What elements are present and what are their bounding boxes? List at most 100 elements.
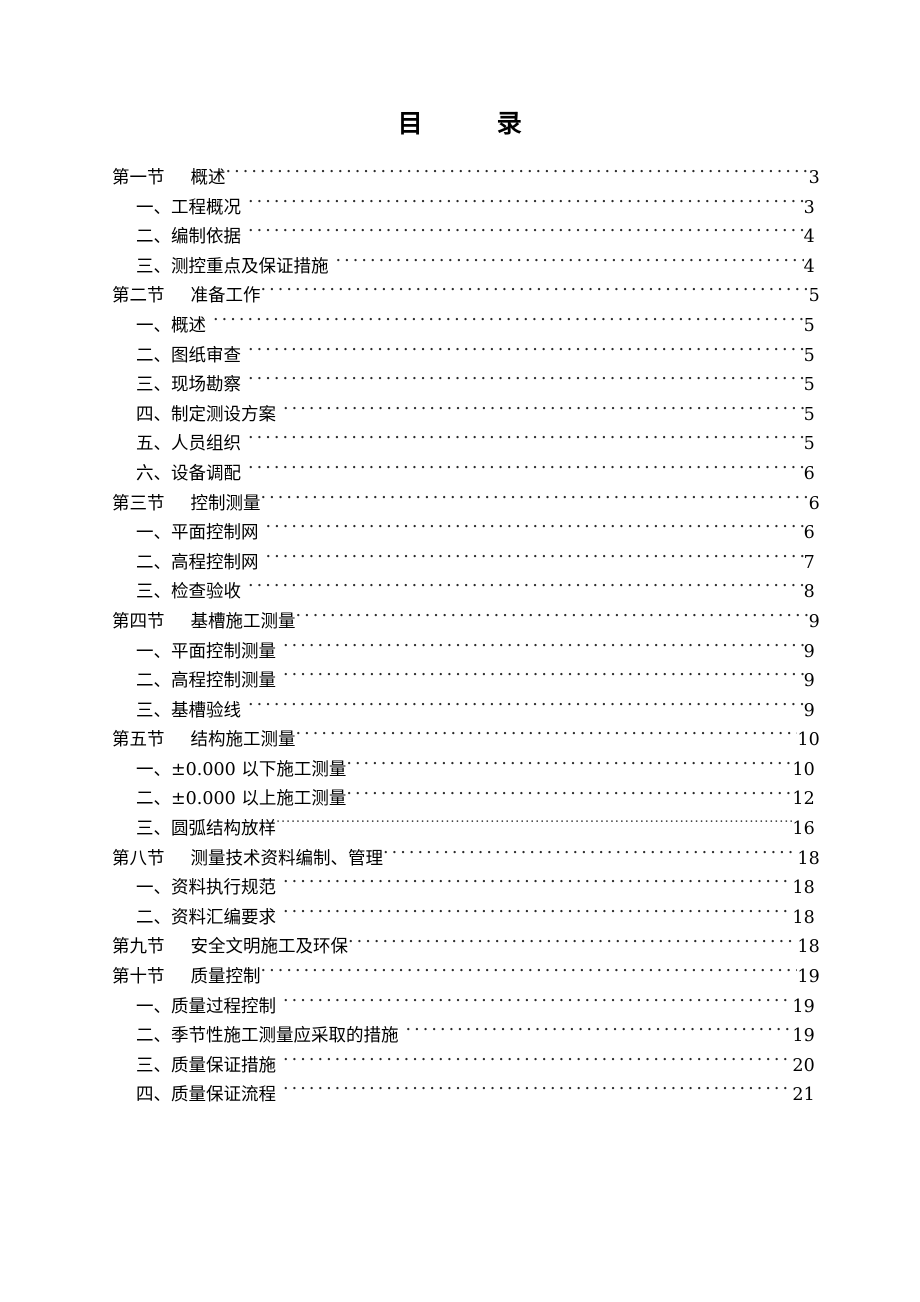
toc-entry[interactable]: 四、质量保证流程 21: [0, 1081, 920, 1111]
toc-entry[interactable]: 一、概述 5: [0, 312, 920, 342]
toc-page-number: 5: [803, 345, 815, 366]
toc-entry[interactable]: 三、测控重点及保证措施 4: [0, 253, 920, 283]
toc-entry[interactable]: 二、图纸审查 5: [0, 342, 920, 372]
toc-page-number: 3: [808, 168, 820, 188]
toc-entry[interactable]: 三、质量保证措施 20: [0, 1052, 920, 1082]
toc-section-number: 第四节: [112, 611, 165, 632]
toc-dot-leader: [283, 639, 804, 657]
toc-dot-leader: [248, 698, 804, 716]
toc-entry-text: 一、质量过程控制: [136, 996, 276, 1017]
toc-entry-text: 三、圆弧结构放样: [136, 819, 276, 840]
toc-dot-leader: [248, 195, 804, 213]
toc-entry-text: 三、现场勘察: [136, 375, 241, 396]
toc-entry-label: 第五节 结构施工测量: [112, 726, 296, 756]
toc-entry-label: 二、±0.000 以上施工测量: [136, 785, 346, 815]
toc-entry-label: 一、±0.000 以下施工测量: [136, 756, 346, 786]
toc-dot-leader: [276, 817, 792, 835]
toc-entry[interactable]: 三、圆弧结构放样 16: [0, 815, 920, 845]
toc-entry[interactable]: 第一节 概述 3: [0, 164, 920, 194]
toc-page-number: 19: [792, 1026, 815, 1047]
toc-entry-text: 质量控制: [190, 967, 261, 988]
toc-page-number: 5: [803, 434, 815, 455]
toc-entry[interactable]: 四、制定测设方案 5: [0, 401, 920, 431]
toc-page-number: 18: [792, 907, 815, 928]
toc-page-number: 9: [808, 611, 820, 632]
toc-page-number: 12: [792, 789, 815, 810]
toc-entry-text: 一、资料执行规范: [136, 878, 276, 899]
toc-section-number: 第十节: [112, 967, 165, 988]
toc-entry-text: 基槽施工测量: [190, 611, 296, 632]
toc-entry-label: 第四节 基槽施工测量: [112, 608, 296, 638]
toc-entry[interactable]: 五、人员组织 5: [0, 430, 920, 460]
toc-entry-text: 六、设备调配: [136, 463, 241, 484]
toc-entry[interactable]: 第三节 控制测量 6: [0, 490, 920, 520]
toc-page-number: 4: [803, 227, 815, 248]
toc-entry[interactable]: 一、工程概况 3: [0, 194, 920, 224]
toc-entry-text: 一、概述: [136, 315, 206, 336]
toc-entry-label: 三、检查验收: [136, 578, 241, 608]
toc-page-number: 21: [792, 1085, 815, 1106]
toc-dot-leader: [261, 965, 798, 983]
toc-entry[interactable]: 三、基槽验线 9: [0, 697, 920, 727]
toc-entry-label: 第八节 测量技术资料编制、管理: [112, 845, 383, 875]
toc-entry[interactable]: 六、设备调配 6: [0, 460, 920, 490]
toc-entry[interactable]: 二、资料汇编要求 18: [0, 904, 920, 934]
toc-dot-leader: [248, 373, 804, 391]
toc-dot-leader: [406, 1024, 793, 1042]
toc-entry[interactable]: 二、编制依据 4: [0, 223, 920, 253]
toc-dot-leader: [283, 994, 792, 1012]
toc-entry[interactable]: 第五节 结构施工测量 10: [0, 726, 920, 756]
toc-section-number: 第二节: [112, 286, 165, 307]
toc-entry-label: 三、测控重点及保证措施: [136, 253, 329, 283]
toc-entry[interactable]: 一、资料执行规范 18: [0, 874, 920, 904]
toc-entry-text: 二、季节性施工测量应采取的措施: [136, 1026, 399, 1047]
toc-entry-text: 安全文明施工及环保: [190, 937, 349, 958]
toc-entry-label: 二、高程控制测量: [136, 667, 276, 697]
toc-entry-text: 控制测量: [190, 493, 261, 514]
toc-entry[interactable]: 第九节 安全文明施工及环保 18: [0, 933, 920, 963]
toc-entry[interactable]: 第二节 准备工作 5: [0, 282, 920, 312]
toc-entry[interactable]: 一、±0.000 以下施工测量 10: [0, 756, 920, 786]
toc-entry-text: 概述: [190, 168, 226, 188]
document-page: 目 录 第一节 概述 3 一、工程概况 3 二、编制依据 4 三、测控重点及保证措施 4 第二节 准…: [0, 0, 920, 1302]
toc-section-number: 第八节: [112, 848, 165, 869]
toc-entry[interactable]: 第八节 测量技术资料编制、管理 18: [0, 845, 920, 875]
toc-entry-text: 一、平面控制测量: [136, 641, 276, 662]
toc-entry-label: 第三节 控制测量: [112, 490, 261, 520]
toc-entry-text: 三、检查验收: [136, 582, 241, 603]
toc-dot-leader: [346, 757, 792, 775]
toc-entry[interactable]: 二、高程控制测量 9: [0, 667, 920, 697]
toc-page-number: 9: [803, 700, 815, 721]
toc-entry[interactable]: 一、平面控制测量 9: [0, 638, 920, 668]
toc-entry-label: 六、设备调配: [136, 460, 241, 490]
toc-entry-text: 结构施工测量: [190, 730, 296, 751]
toc-entry[interactable]: 第十节 质量控制 19: [0, 963, 920, 993]
toc-entry[interactable]: 一、平面控制网 6: [0, 519, 920, 549]
toc-page-number: 5: [803, 315, 815, 336]
toc-dot-leader: [283, 1083, 792, 1101]
toc-entry-label: 一、工程概况: [136, 194, 241, 224]
toc-dot-leader: [248, 343, 804, 361]
toc-entry-label: 一、平面控制测量: [136, 638, 276, 668]
toc-entry[interactable]: 一、质量过程控制 19: [0, 993, 920, 1023]
toc-section-number: 第一节: [112, 168, 165, 188]
toc-dot-leader: [296, 728, 798, 746]
toc-section-number: 第九节: [112, 937, 165, 958]
toc-page-number: 20: [792, 1055, 815, 1076]
toc-page-number: 19: [797, 967, 820, 988]
toc-entry-label: 四、制定测设方案: [136, 401, 276, 431]
toc-entry[interactable]: 二、±0.000 以上施工测量 12: [0, 785, 920, 815]
toc-page-number: 18: [797, 848, 820, 869]
toc-entry[interactable]: 三、检查验收 8: [0, 578, 920, 608]
toc-entry[interactable]: 三、现场勘察 5: [0, 371, 920, 401]
toc-section-number: 第五节: [112, 730, 165, 751]
toc-entry-label: 第二节 准备工作: [112, 282, 261, 312]
toc-entry-text: 准备工作: [190, 286, 261, 307]
table-of-contents: 第一节 概述 3 一、工程概况 3 二、编制依据 4 三、测控重点及保证措施 4 第二节 准备工作 5…: [0, 164, 920, 1111]
toc-entry-text: 三、基槽验线: [136, 700, 241, 721]
toc-dot-leader: [248, 580, 804, 598]
toc-entry[interactable]: 第四节 基槽施工测量 9: [0, 608, 920, 638]
toc-page-number: 16: [792, 819, 815, 840]
toc-entry[interactable]: 二、高程控制网 7: [0, 549, 920, 579]
toc-entry[interactable]: 二、季节性施工测量应采取的措施 19: [0, 1022, 920, 1052]
